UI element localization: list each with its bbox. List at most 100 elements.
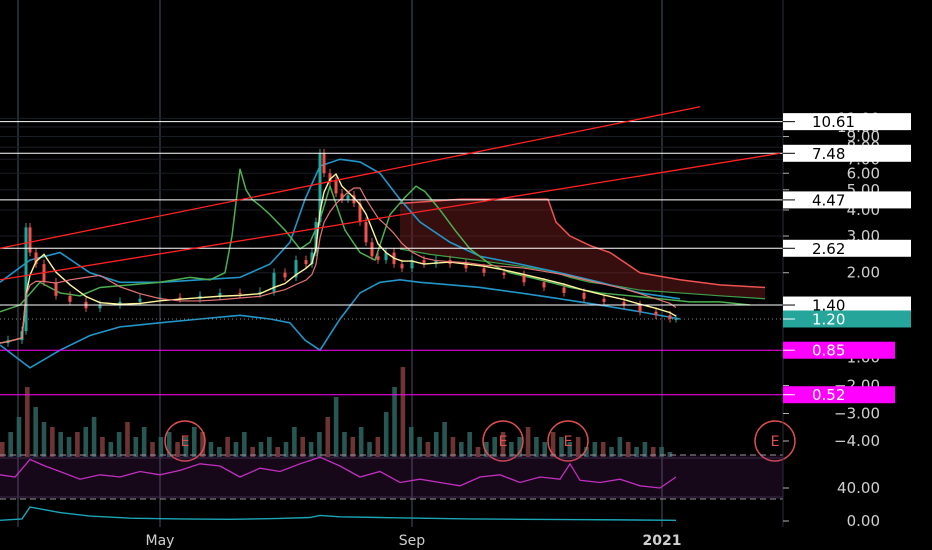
earnings-marker-label: E [499,434,508,450]
level-label: 10.61 [812,113,855,131]
candle-body [272,272,276,292]
volume-bar [392,387,397,457]
volume-bar [75,432,80,457]
volume-bar [358,427,364,457]
price-tick-label: 6.00 [847,164,880,182]
candle-body [322,153,326,174]
candle-body [346,195,350,200]
band-lower-line [0,278,681,369]
volume-bar [300,437,306,457]
volume-bar [534,437,539,457]
volume-bar [333,397,339,457]
level-label: 0.85 [812,342,845,360]
volume-bar [66,437,72,457]
candle-body [638,305,642,312]
trend-line [0,152,781,281]
lower-tick-label: 0.00 [847,512,880,530]
level-label: 0.52 [812,386,845,404]
volume-bar [433,432,439,457]
volume-bar [116,432,122,457]
volume-bar [141,427,147,457]
earnings-marker-label: E [564,434,573,450]
price-tick-label: −4.00 [834,432,880,450]
candle-body [138,298,142,302]
volume-bar [317,432,322,457]
volume-bar [58,432,64,457]
chart-root: EEEE11.0010.009.008.007.006.005.004.003.… [0,0,932,550]
level-label: 7.48 [812,145,845,163]
candle-body [218,292,222,296]
volume-bar [133,437,139,457]
candle-body [582,292,586,299]
volume-bar [383,412,389,457]
candle-body [68,295,72,302]
level-label: 4.47 [812,191,845,209]
volume-bar [16,417,22,457]
x-tick-label: 2021 [643,533,682,549]
volume-bar [50,427,55,457]
volume-bar [325,417,331,457]
candle-body [376,256,380,261]
volume-bar [408,427,414,457]
level-label: 1.20 [812,310,845,328]
candle-body [654,311,658,316]
price-tick-label: −3.00 [834,405,880,423]
volume-bar [425,442,431,457]
level-label-box [783,310,911,328]
candle-body [334,181,338,194]
candle-body [283,272,287,278]
level-label-box [783,191,911,209]
candle-body [522,275,526,283]
candle-body [304,260,308,265]
volume-bar [25,387,30,457]
candle-body [54,282,58,296]
volume-bar [492,437,497,457]
rsi-tick-label: 40.00 [837,479,880,497]
volume-bar [350,437,356,457]
candle-body [602,298,606,302]
lower-oscillator-line [0,506,677,521]
price-chart[interactable]: EEEE11.0010.009.008.007.006.005.004.003.… [0,0,932,550]
volume-bar [83,427,89,457]
volume-bar [625,442,631,457]
volume-bar [417,437,422,457]
volume-bar [41,422,47,457]
volume-bar [158,437,164,457]
volume-bar [342,432,347,457]
candle-body [562,287,566,293]
candle-body [502,272,506,276]
candle-body [364,222,368,243]
x-tick-label: May [146,533,175,549]
earnings-marker-label: E [771,434,780,450]
candle-body [400,264,404,269]
volume-bar [100,437,105,457]
price-tick-label: 2.00 [847,264,880,282]
volume-bar [292,427,297,457]
volume-bar [125,422,130,457]
volume-bar [375,437,381,457]
candle-body [238,292,242,295]
volume-bar [467,432,472,457]
volume-bar [525,427,531,457]
earnings-marker-label: E [181,434,190,450]
volume-bar [617,437,623,457]
volume-bar [267,437,272,457]
volume-bar [191,427,197,457]
level-label-box [783,144,911,162]
volume-bar [8,432,13,457]
volume-bar [225,437,230,457]
volume-bar [450,437,456,457]
trend-line [0,106,701,249]
x-tick-label: Sep [399,533,426,549]
volume-bar [242,432,247,457]
candle-body [542,282,546,288]
volume-bar [575,437,581,457]
volume-bar [91,417,97,457]
level-label: 2.62 [812,240,845,258]
candle-body [482,268,486,273]
level-label-box [783,239,911,257]
volume-bar [400,367,406,457]
candle-body [668,315,672,319]
candle-body [370,242,374,257]
volume-bar [33,407,38,457]
